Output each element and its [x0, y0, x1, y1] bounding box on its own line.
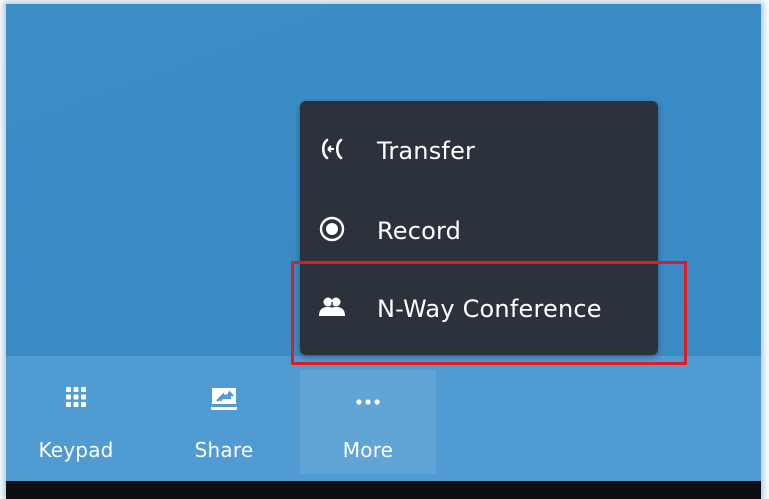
more-button[interactable]: More: [300, 370, 436, 474]
menu-item-label: Record: [377, 217, 462, 245]
keypad-icon: [66, 387, 86, 407]
conference-icon: [319, 297, 345, 316]
share-label: Share: [194, 438, 254, 462]
menu-item-record[interactable]: Record: [300, 195, 658, 267]
menu-item-transfer[interactable]: Transfer: [300, 115, 658, 187]
menu-item-n-way-conference[interactable]: N-Way Conference: [300, 273, 658, 345]
more-options-menu: Transfer Record N-Way Conference: [300, 101, 658, 355]
more-dots-icon: [356, 399, 380, 405]
call-toolbar: Keypad Share More: [6, 356, 761, 481]
share-button[interactable]: Share: [184, 370, 264, 474]
bottom-bar: [6, 481, 761, 499]
keypad-label: Keypad: [38, 438, 114, 462]
keypad-button[interactable]: Keypad: [36, 370, 116, 474]
transfer-icon: [321, 138, 343, 160]
menu-item-label: N-Way Conference: [377, 295, 602, 323]
more-label: More: [342, 438, 394, 462]
share-screen-icon: [211, 388, 237, 410]
record-icon: [319, 216, 345, 242]
menu-item-label: Transfer: [377, 137, 476, 165]
